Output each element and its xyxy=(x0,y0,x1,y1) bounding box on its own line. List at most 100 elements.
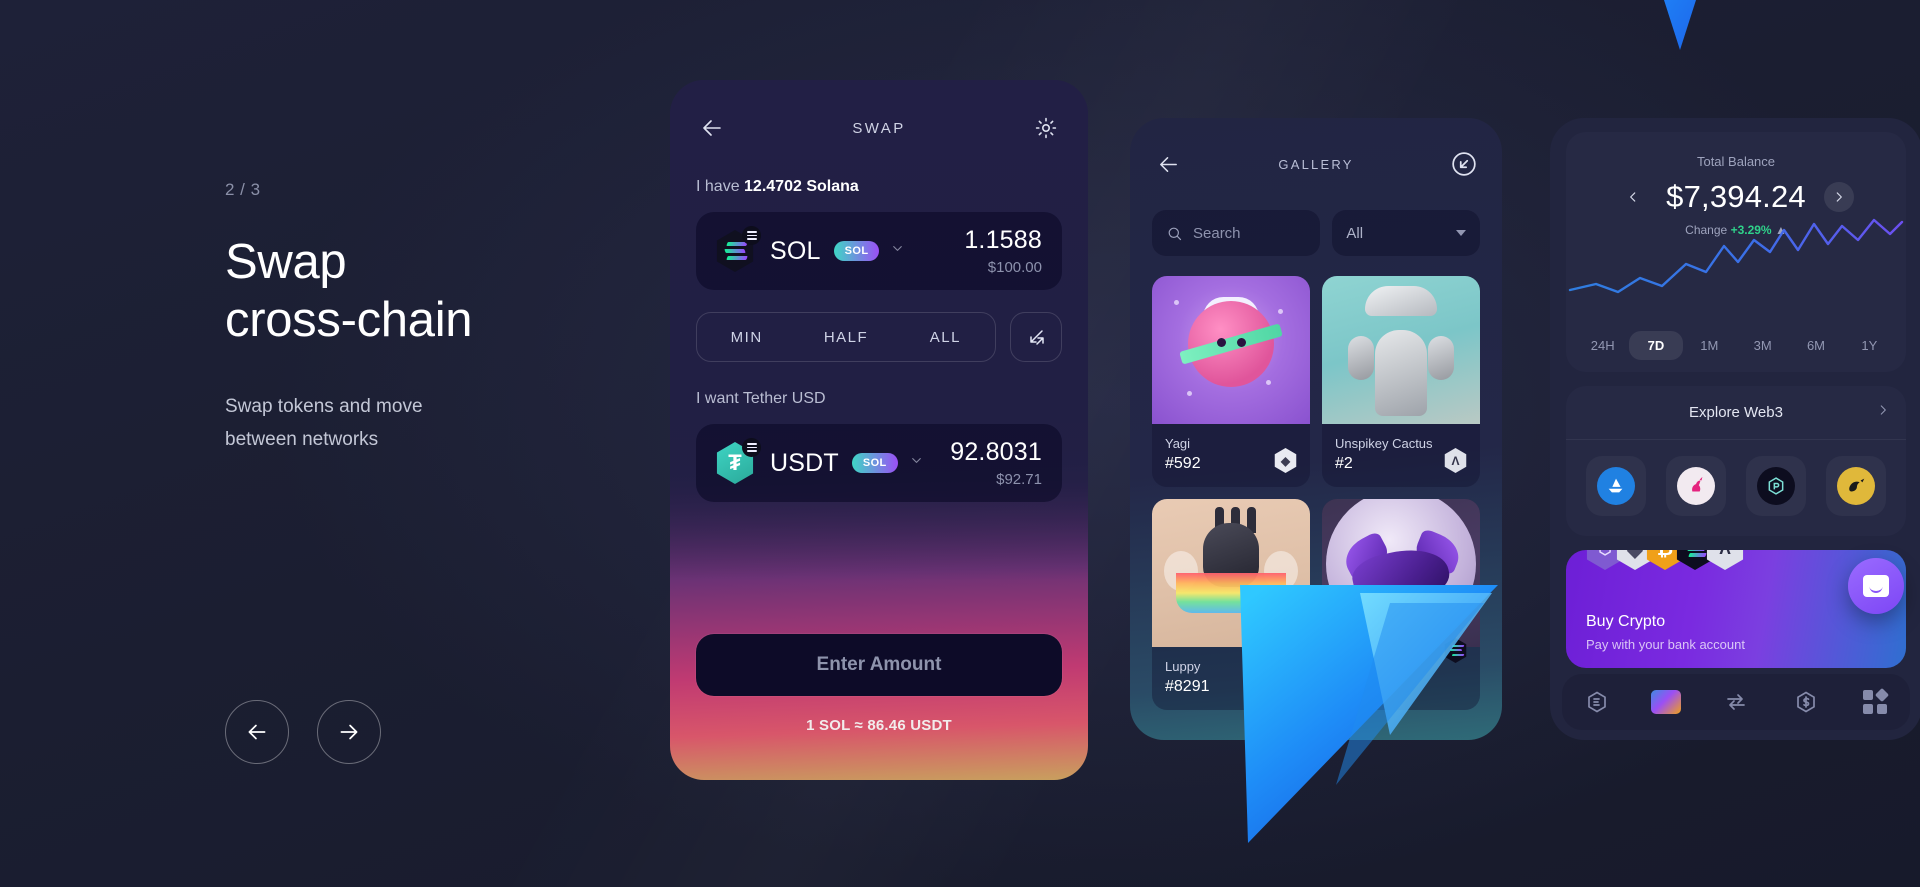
from-balance-label: I have 12.4702 Solana xyxy=(696,178,1062,196)
caret-down-icon xyxy=(1456,230,1466,236)
range-6m[interactable]: 6M xyxy=(1789,331,1842,360)
page-subtitle: Swap tokens and move between networks xyxy=(225,390,655,457)
conversion-rate: 1 SOL ≈ 86.46 USDT xyxy=(806,717,952,734)
buy-crypto-title: Buy Crypto xyxy=(1586,613,1666,630)
app-orca[interactable] xyxy=(1826,456,1886,516)
range-1m[interactable]: 1M xyxy=(1683,331,1736,360)
gallery-header: GALLERY xyxy=(1152,142,1480,186)
gallery-receive-button[interactable] xyxy=(1448,148,1480,180)
app-uniswap[interactable] xyxy=(1666,456,1726,516)
nft-name: Unspikey Cactus xyxy=(1335,436,1433,451)
swap-screen: SWAP I have 12.4702 Solana SOL SOL 1.158… xyxy=(670,80,1088,780)
nav-wallet-button[interactable] xyxy=(1651,687,1682,717)
swap-settings-button[interactable] xyxy=(1030,112,1062,144)
from-token-row[interactable]: SOL SOL 1.1588 $100.00 xyxy=(696,212,1062,290)
headline-line-2: cross-chain xyxy=(225,292,473,347)
reverse-swap-button[interactable] xyxy=(1010,312,1062,362)
opensea-icon xyxy=(1597,467,1635,505)
arrow-right-icon xyxy=(340,724,358,740)
nft-card[interactable] xyxy=(1322,499,1480,710)
range-24h[interactable]: 24H xyxy=(1576,331,1629,360)
decorative-arrow-top xyxy=(1664,0,1696,50)
from-label-prefix: I have xyxy=(696,178,745,195)
balance-card: Total Balance $7,394.24 Change +3.29% ▲ xyxy=(1566,132,1906,372)
gear-icon xyxy=(1035,117,1057,139)
nft-card[interactable]: Yagi #592 ◆ xyxy=(1152,276,1310,487)
preset-all[interactable]: ALL xyxy=(896,329,995,346)
unicorn-glyph xyxy=(1692,476,1703,492)
range-1y[interactable]: 1Y xyxy=(1843,331,1896,360)
chevron-down-icon xyxy=(893,246,903,251)
arrow-left-icon xyxy=(703,120,721,136)
filter-value: All xyxy=(1346,224,1364,242)
web3-icon xyxy=(1587,691,1606,713)
nft-card[interactable]: Unspikey Cactus #2 Ʌ xyxy=(1322,276,1480,487)
onboarding-nav xyxy=(225,700,381,764)
chevron-right-icon xyxy=(1836,192,1842,202)
app-opensea[interactable] xyxy=(1586,456,1646,516)
chevron-right-icon xyxy=(1880,405,1886,415)
dollar-icon xyxy=(1796,691,1815,713)
chat-support-button[interactable] xyxy=(1848,558,1904,614)
swap-back-button[interactable] xyxy=(696,112,728,144)
explore-title: Explore Web3 xyxy=(1689,404,1783,421)
to-token-row[interactable]: ₮ USDT SOL 92.8031 $92.71 xyxy=(696,424,1062,502)
collection-filter-dropdown[interactable]: All xyxy=(1332,210,1480,256)
preset-min[interactable]: MIN xyxy=(697,329,796,346)
bottom-navigation xyxy=(1562,674,1910,730)
nft-grid: Yagi #592 ◆ Unspikey Cactus #2 Ʌ Luppy #… xyxy=(1152,276,1480,710)
subtitle-line-2: between networks xyxy=(225,428,379,450)
search-input[interactable]: Search xyxy=(1152,210,1321,256)
solana-chain-badge xyxy=(742,438,761,457)
swap-title: SWAP xyxy=(852,119,906,137)
to-token-symbol: USDT xyxy=(770,448,839,477)
range-3m[interactable]: 3M xyxy=(1736,331,1789,360)
chevron-down-icon xyxy=(911,458,921,463)
chevron-left-icon xyxy=(1630,192,1636,202)
from-balance-value: 12.4702 Solana xyxy=(744,178,859,195)
to-token-dropdown[interactable] xyxy=(909,453,924,473)
previous-slide-button[interactable] xyxy=(225,700,289,764)
amount-presets: MIN HALF ALL xyxy=(696,312,996,362)
buy-crypto-subtitle: Pay with your bank account xyxy=(1586,637,1745,652)
from-token-dropdown[interactable] xyxy=(890,241,905,261)
nav-apps-button[interactable] xyxy=(1860,687,1890,717)
raydium-icon xyxy=(1757,467,1795,505)
nft-card[interactable]: Luppy #8291 xyxy=(1152,499,1310,710)
explore-apps xyxy=(1566,440,1906,532)
from-token-network: SOL xyxy=(833,241,880,261)
gallery-back-button[interactable] xyxy=(1152,148,1184,180)
search-placeholder: Search xyxy=(1193,224,1241,242)
next-slide-button[interactable] xyxy=(317,700,381,764)
time-range-tabs: 24H 7D 1M 3M 6M 1Y xyxy=(1576,331,1896,360)
gallery-title: GALLERY xyxy=(1278,156,1354,172)
app-raydium[interactable] xyxy=(1746,456,1806,516)
from-amount-group: 1.1588 $100.00 xyxy=(964,226,1042,276)
nav-buy-button[interactable] xyxy=(1791,687,1821,717)
nav-swap-button[interactable] xyxy=(1721,687,1751,717)
nft-artwork xyxy=(1322,499,1480,647)
swap-header: SWAP xyxy=(696,106,1062,150)
chat-bubble-icon xyxy=(1863,575,1889,597)
balance-label: Total Balance xyxy=(1696,154,1776,169)
aptos-icon: Ʌ xyxy=(1706,550,1744,570)
search-icon xyxy=(1168,227,1182,240)
range-7d[interactable]: 7D xyxy=(1629,331,1683,360)
usdt-token-logo: ₮ xyxy=(714,438,761,484)
nft-artwork xyxy=(1152,276,1310,424)
preset-half[interactable]: HALF xyxy=(796,329,895,346)
explore-header[interactable]: Explore Web3 xyxy=(1566,386,1906,440)
supported-coins: ⬡ ◆ ₿ Ʌ xyxy=(1584,550,1746,570)
r-hex-glyph xyxy=(1768,477,1784,495)
nav-web3-button[interactable] xyxy=(1582,687,1612,717)
uniswap-icon xyxy=(1677,467,1715,505)
screen-root: 2 / 3 Swap cross-chain Swap tokens and m… xyxy=(0,0,1920,887)
explore-web3-card: Explore Web3 xyxy=(1566,386,1906,536)
onboarding-copy: 2 / 3 Swap cross-chain Swap tokens and m… xyxy=(225,180,655,456)
amount-presets-row: MIN HALF ALL xyxy=(696,312,1062,362)
step-counter: 2 / 3 xyxy=(225,180,261,199)
explore-more-button[interactable] xyxy=(1876,403,1890,422)
arrow-left-icon xyxy=(1159,156,1177,172)
swap-icon xyxy=(1727,694,1745,710)
enter-amount-button[interactable]: Enter Amount xyxy=(696,634,1062,696)
